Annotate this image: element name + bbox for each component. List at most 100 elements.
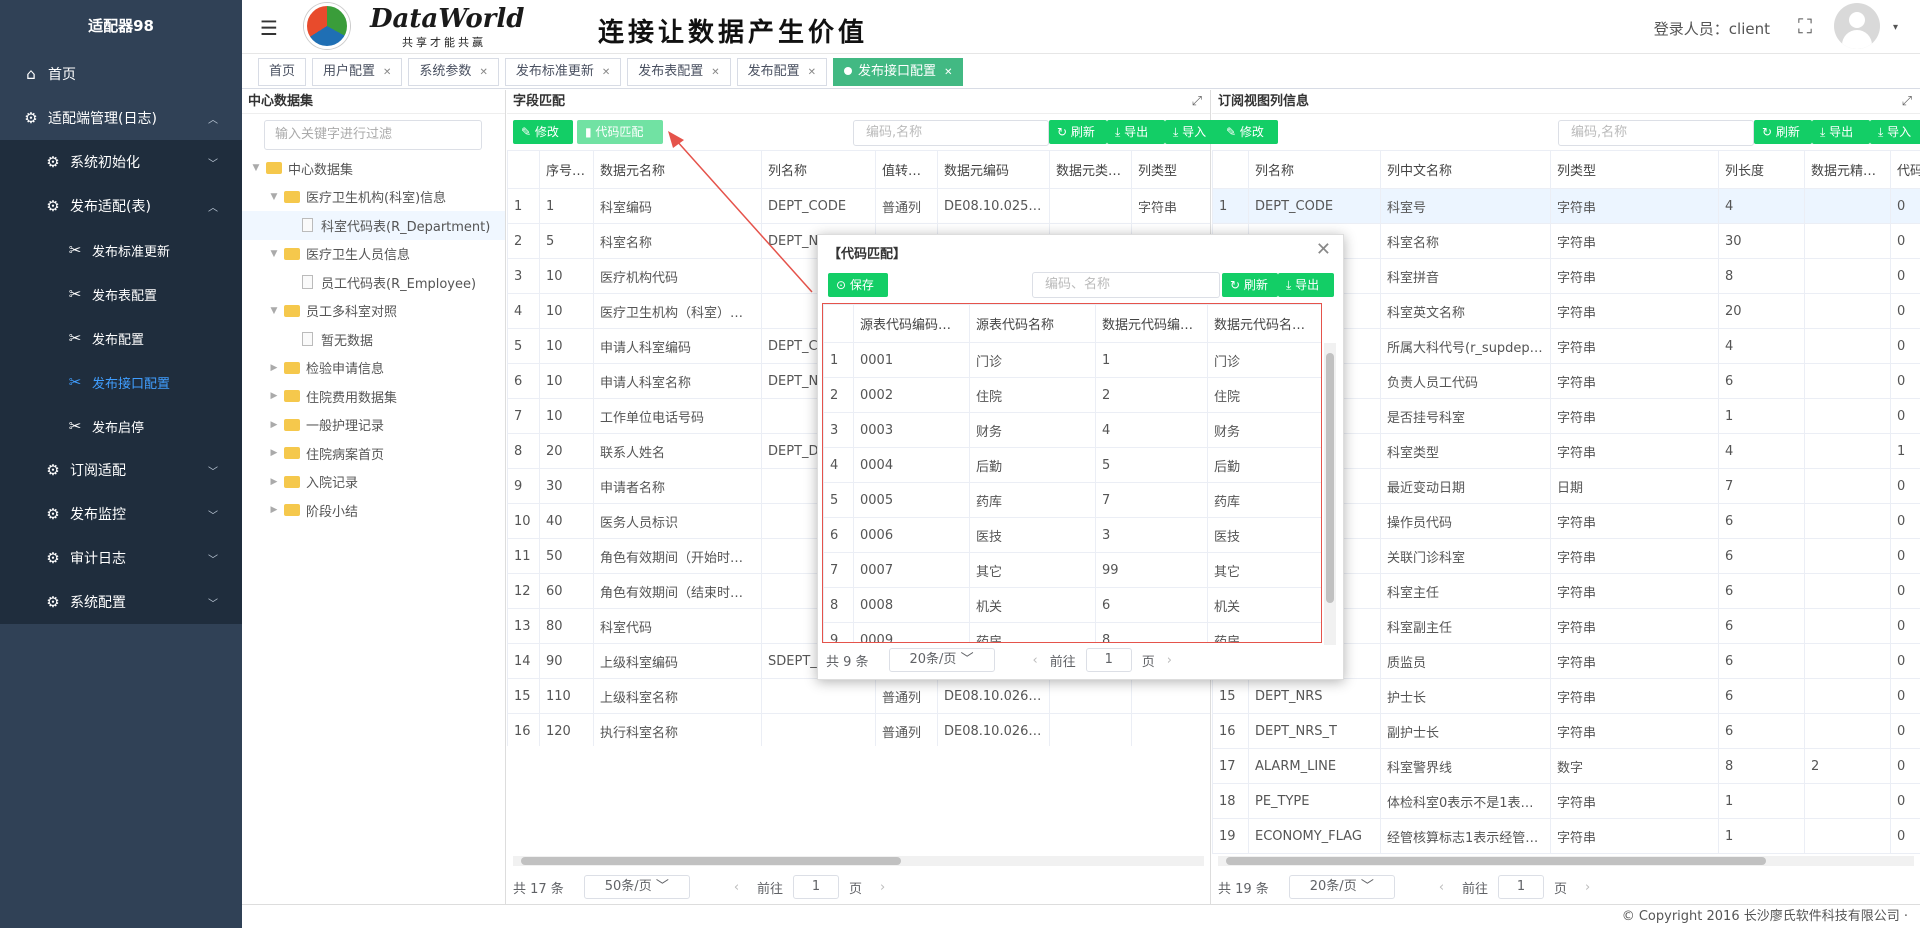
edit-button[interactable]: ✎ 修改 xyxy=(1218,120,1278,144)
tree-node[interactable]: ▼员工多科室对照 xyxy=(242,297,505,326)
column-header[interactable]: 源表代码名称 xyxy=(970,305,1096,343)
horizontal-scrollbar[interactable] xyxy=(1218,856,1914,866)
page-number-input[interactable]: 1 xyxy=(793,875,839,899)
caret-right-icon[interactable]: ▶ xyxy=(268,391,280,401)
tab-user-config[interactable]: 用户配置✕ xyxy=(312,58,402,86)
tree-node[interactable]: ▶检验申请信息 xyxy=(242,354,505,383)
column-header[interactable]: 列长度 xyxy=(1719,151,1805,189)
table-row[interactable]: 20002住院2住院 xyxy=(824,378,1322,413)
tab-publish-table-config[interactable]: 发布表配置✕ xyxy=(627,58,730,86)
next-page-icon[interactable]: › xyxy=(1167,653,1172,668)
refresh-button[interactable]: ↻ 刷新 xyxy=(1754,120,1812,144)
refresh-button[interactable]: ↻ 刷新 xyxy=(1049,120,1107,144)
table-row[interactable]: 90009药房8药房 xyxy=(824,623,1322,644)
tab-publish-standard-update[interactable]: 发布标准更新✕ xyxy=(505,58,621,86)
column-header[interactable]: 数据元编码 xyxy=(938,151,1050,189)
tree-node[interactable]: ▼医疗卫生机构(科室)信息 xyxy=(242,183,505,212)
sidebar-item-publish-standard-update[interactable]: ✂发布标准更新 xyxy=(0,228,242,272)
sidebar-item-system-init[interactable]: ⚙系统初始化﹀ xyxy=(0,140,242,184)
column-header[interactable]: 源表代码编码… xyxy=(854,305,970,343)
table-row[interactable]: 17ALARM_LINE科室警界线数字820 xyxy=(1213,749,1920,784)
close-icon[interactable]: ✕ xyxy=(602,67,610,78)
tree-node[interactable]: ▶住院费用数据集 xyxy=(242,382,505,411)
column-header[interactable]: 序号… xyxy=(540,151,594,189)
sidebar-item-system-config[interactable]: ⚙系统配置﹀ xyxy=(0,580,242,624)
refresh-button[interactable]: ↻ 刷新 xyxy=(1222,273,1278,297)
close-icon[interactable]: ✕ xyxy=(944,67,952,78)
column-header[interactable]: 列类型 xyxy=(1551,151,1719,189)
vertical-scrollbar[interactable] xyxy=(1324,343,1336,645)
sidebar-item-subscribe-adapter[interactable]: ⚙订阅适配﹀ xyxy=(0,448,242,492)
table-row[interactable]: 80008机关6机关 xyxy=(824,588,1322,623)
table-row[interactable]: 10001门诊1门诊 xyxy=(824,343,1322,378)
import-button[interactable]: ⤓ 导入 xyxy=(1870,120,1920,144)
tab-publish-interface-config[interactable]: 发布接口配置✕ xyxy=(833,58,963,86)
caret-right-icon[interactable]: ▶ xyxy=(268,477,280,487)
table-row[interactable]: 19ECONOMY_FLAG经管核算标志1表示经管…字符串10 xyxy=(1213,819,1920,854)
column-header[interactable]: 列名称 xyxy=(762,151,876,189)
caret-down-icon[interactable]: ▼ xyxy=(268,249,280,259)
caret-right-icon[interactable]: ▶ xyxy=(268,420,280,430)
table-row[interactable]: 15110上级科室名称普通列DE08.10.026.15 xyxy=(508,679,1211,714)
sidebar-item-publish-start-stop[interactable]: ✂发布启停 xyxy=(0,404,242,448)
table-row[interactable]: 50005药库7药库 xyxy=(824,483,1322,518)
table-row[interactable]: 40004后勤5后勤 xyxy=(824,448,1322,483)
close-icon[interactable]: ✕ xyxy=(383,67,391,78)
prev-page-icon[interactable]: ‹ xyxy=(734,880,739,895)
edit-button[interactable]: ✎ 修改 xyxy=(513,120,573,144)
sidebar-item-home[interactable]: ⌂首页 xyxy=(0,52,242,96)
column-header[interactable] xyxy=(824,305,854,343)
expand-icon[interactable]: ⤢ xyxy=(1192,94,1202,109)
tree-node[interactable]: ▶入院记录 xyxy=(242,468,505,497)
page-size-select[interactable]: 50条/页 ﹀ xyxy=(584,875,690,899)
save-button[interactable]: ⊙ 保存 xyxy=(828,273,888,297)
page-size-select[interactable]: 20条/页 ﹀ xyxy=(1289,875,1395,899)
column-header[interactable]: 列名称 xyxy=(1249,151,1381,189)
page-number-input[interactable]: 1 xyxy=(1086,648,1132,672)
page-size-select[interactable]: 20条/页 ﹀ xyxy=(889,648,995,672)
sidebar-item-publish-monitor[interactable]: ⚙发布监控﹀ xyxy=(0,492,242,536)
column-search-input[interactable]: 编码,名称 xyxy=(1558,120,1754,146)
code-search-input[interactable]: 编码、名称 xyxy=(1032,272,1220,298)
column-header[interactable] xyxy=(1213,151,1249,189)
column-header[interactable]: 代码 xyxy=(1891,151,1920,189)
tree-node[interactable]: ▶住院病案首页 xyxy=(242,439,505,468)
tree-node[interactable]: 科室代码表(R_Department) xyxy=(242,211,505,240)
next-page-icon[interactable]: › xyxy=(880,880,885,895)
table-row[interactable]: 70007其它99其它 xyxy=(824,553,1322,588)
table-row[interactable]: 16DEPT_NRS_T副护士长字符串60 xyxy=(1213,714,1920,749)
tab-home[interactable]: 首页 xyxy=(258,58,306,86)
column-header[interactable]: 数据元代码名称… xyxy=(1208,305,1322,343)
column-header[interactable]: 列类型 xyxy=(1132,151,1211,189)
table-row[interactable]: 15DEPT_NRS护士长字符串60 xyxy=(1213,679,1920,714)
column-header[interactable]: 数据元名称 xyxy=(594,151,762,189)
close-icon[interactable]: ✕ xyxy=(1316,239,1331,260)
close-icon[interactable]: ✕ xyxy=(711,67,719,78)
tab-publish-config[interactable]: 发布配置✕ xyxy=(737,58,827,86)
table-row[interactable]: 16120执行科室名称普通列DE08.10.026.30 xyxy=(508,714,1211,747)
column-header[interactable] xyxy=(508,151,540,189)
export-button[interactable]: ⤓ 导出 xyxy=(1812,120,1870,144)
caret-right-icon[interactable]: ▶ xyxy=(268,363,280,373)
caret-down-icon[interactable]: ▼ xyxy=(268,306,280,316)
sidebar-item-adapter-management[interactable]: ⚙适配端管理(日志)︿ xyxy=(0,96,242,140)
sidebar-item-publish-table-config[interactable]: ✂发布表配置 xyxy=(0,272,242,316)
caret-down-icon[interactable]: ▾ xyxy=(1893,22,1898,33)
horizontal-scrollbar[interactable] xyxy=(513,856,1204,866)
column-header[interactable]: 数据元代码编… xyxy=(1096,305,1208,343)
export-button[interactable]: ⤓ 导出 xyxy=(1107,120,1165,144)
next-page-icon[interactable]: › xyxy=(1585,880,1590,895)
close-icon[interactable]: ✕ xyxy=(808,67,816,78)
tree-node[interactable]: ▼医疗卫生人员信息 xyxy=(242,240,505,269)
tree-node[interactable]: ▼中心数据集 xyxy=(242,154,505,183)
tree-node[interactable]: ▶阶段小结 xyxy=(242,496,505,525)
caret-right-icon[interactable]: ▶ xyxy=(268,505,280,515)
page-number-input[interactable]: 1 xyxy=(1498,875,1544,899)
sidebar-item-publish-interface-config[interactable]: ✂发布接口配置 xyxy=(0,360,242,404)
field-search-input[interactable]: 编码,名称 xyxy=(853,120,1049,146)
table-row[interactable]: 60006医技3医技 xyxy=(824,518,1322,553)
tab-system-params[interactable]: 系统参数✕ xyxy=(408,58,498,86)
caret-right-icon[interactable]: ▶ xyxy=(268,448,280,458)
column-header[interactable]: 值转换… xyxy=(876,151,938,189)
caret-down-icon[interactable]: ▼ xyxy=(250,163,262,173)
